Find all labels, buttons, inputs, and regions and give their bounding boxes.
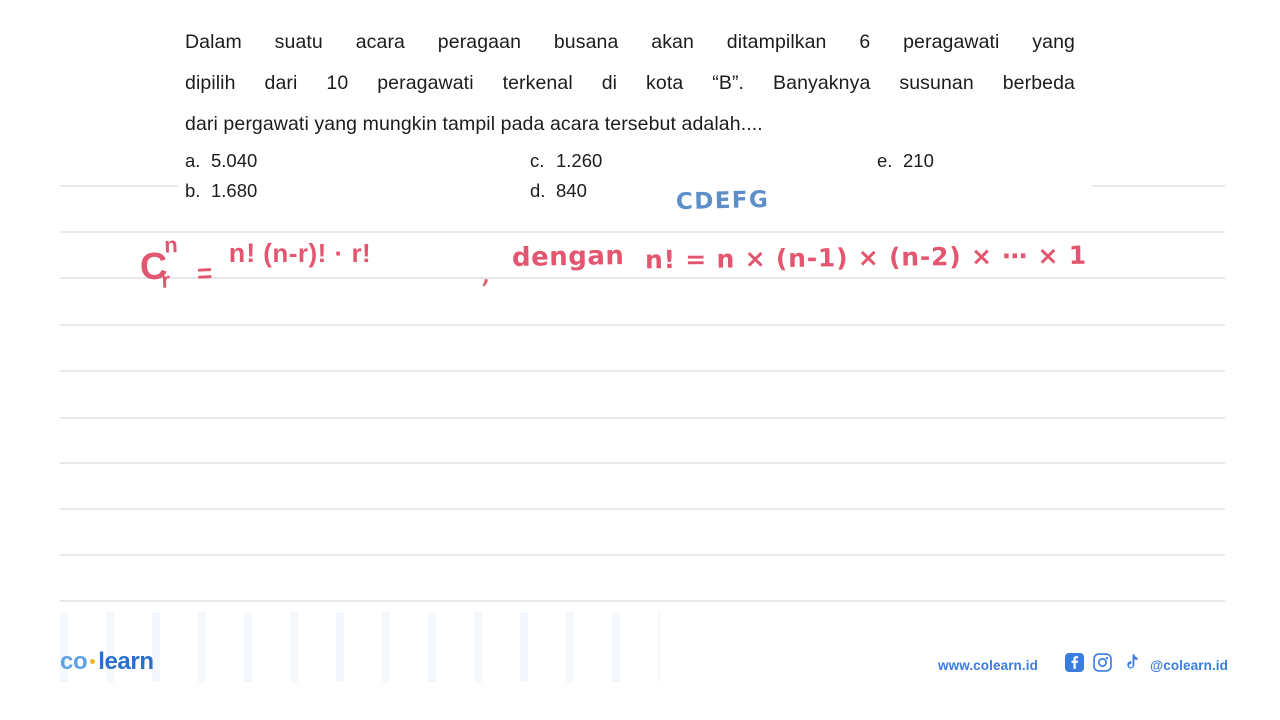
- rule-line: [60, 508, 1225, 510]
- rule-line: [60, 600, 1225, 602]
- tiktok-icon[interactable]: [1121, 653, 1138, 677]
- rule-line: [60, 417, 1225, 419]
- rule-line: [60, 554, 1225, 556]
- logo-text-co: co: [60, 648, 88, 675]
- formula-denominator: (n-r)! · r!: [263, 238, 372, 268]
- formula-c-symbol: C n r: [139, 232, 178, 293]
- handwritten-factorial-expansion: n! = n × (n-1) × (n-2) × ⋯ × 1: [644, 240, 1088, 275]
- formula-subscript-r: r: [161, 267, 171, 293]
- option-b[interactable]: b. 1.680: [185, 180, 257, 202]
- handwritten-dengan-label: dengan: [511, 241, 625, 273]
- rule-line-partial-left: [60, 185, 178, 187]
- question-line-1: Dalam suatu acara peragaan busana akan d…: [185, 31, 1075, 53]
- worksheet-page: Dalam suatu acara peragaan busana akan d…: [0, 0, 1280, 720]
- rule-line: [60, 231, 1225, 233]
- formula-superscript-n: n: [163, 232, 179, 258]
- logo-text-learn: learn: [98, 648, 154, 675]
- footer-links: www.colearn.id @colearn.id: [938, 653, 1228, 677]
- option-e-key: e.: [877, 150, 893, 171]
- rule-line: [60, 324, 1225, 326]
- formula-fraction: n! (n-r)! · r!: [225, 238, 375, 269]
- question-text: Dalam suatu acara peragaan busana akan d…: [185, 22, 1075, 145]
- options-row-1: a. 5.040 c. 1.260 e. 210: [185, 150, 1085, 180]
- social-handle[interactable]: @colearn.id: [1150, 658, 1228, 673]
- formula-numerator: n!: [228, 238, 257, 268]
- option-d-key: d.: [530, 180, 546, 201]
- answer-options: a. 5.040 c. 1.260 e. 210 b. 1.680 d. 840: [185, 150, 1085, 210]
- option-b-value: 1.680: [211, 180, 258, 201]
- question-line-2: dipilih dari 10 peragawati terkenal di k…: [185, 72, 1075, 94]
- handwritten-comma: ,: [479, 255, 494, 292]
- option-d-value: 840: [556, 180, 587, 201]
- option-c-value: 1.260: [556, 150, 603, 171]
- option-a-key: a.: [185, 150, 201, 171]
- option-c-key: c.: [530, 150, 545, 171]
- logo-dot-icon: [90, 658, 96, 664]
- option-b-key: b.: [185, 180, 201, 201]
- facebook-icon[interactable]: [1064, 653, 1084, 677]
- formula-equals-sign: =: [196, 257, 213, 289]
- option-a[interactable]: a. 5.040: [185, 150, 257, 172]
- question-line-3: dari pergawati yang mungkin tampil pada …: [185, 113, 763, 135]
- website-url[interactable]: www.colearn.id: [938, 658, 1038, 673]
- rule-line: [60, 462, 1225, 464]
- option-d[interactable]: d. 840: [530, 180, 587, 202]
- options-row-2: b. 1.680 d. 840: [185, 180, 1085, 210]
- instagram-icon[interactable]: [1093, 653, 1112, 677]
- handwritten-note-cdefg: CDEFG: [675, 186, 770, 216]
- option-c[interactable]: c. 1.260: [530, 150, 602, 172]
- rule-line: [60, 370, 1225, 372]
- colearn-logo: co learn: [60, 648, 154, 676]
- option-e[interactable]: e. 210: [877, 150, 934, 172]
- rule-line-partial-right: [1092, 185, 1225, 187]
- option-a-value: 5.040: [211, 150, 258, 171]
- option-e-value: 210: [903, 150, 934, 171]
- rule-line: [60, 277, 1225, 279]
